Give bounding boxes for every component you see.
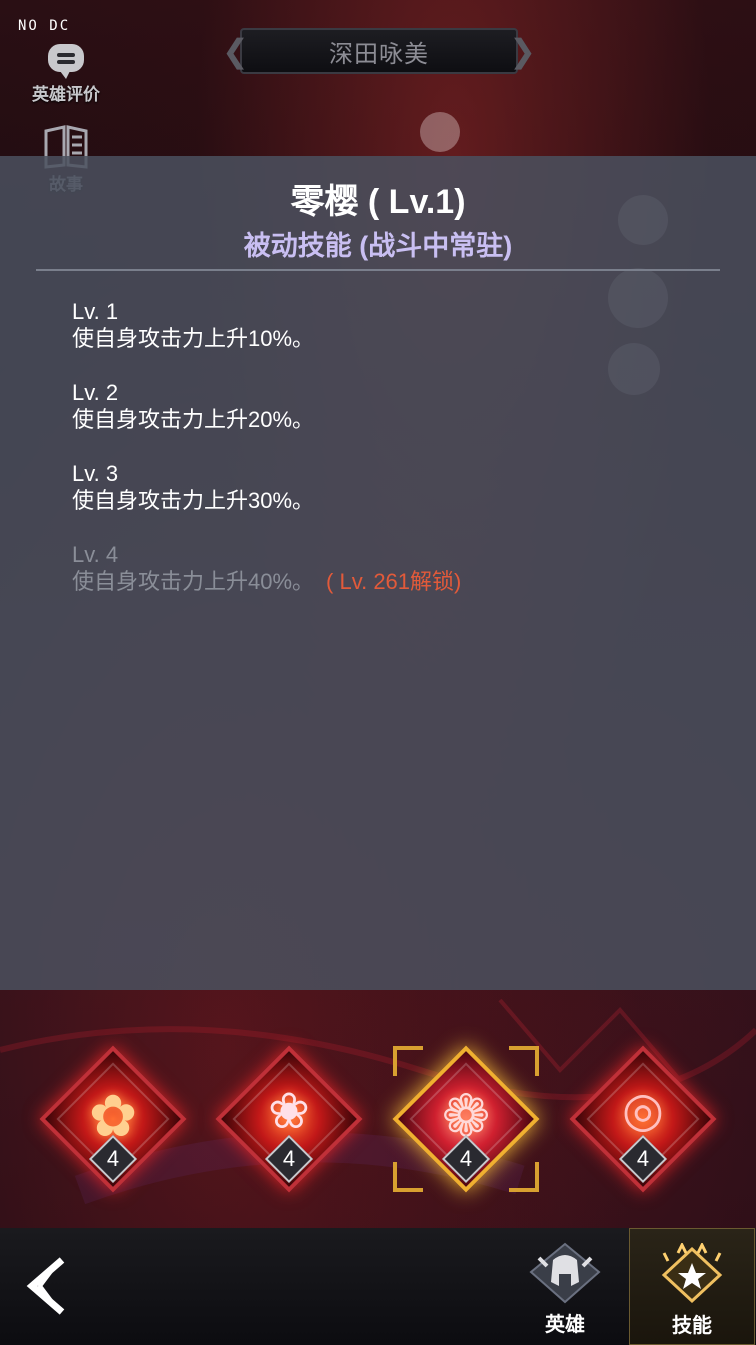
- skill-type: 被动技能 (战斗中常驻): [243, 231, 513, 261]
- level-label: Lv. 1: [72, 299, 119, 324]
- skill-level-badge: 4: [106, 1146, 120, 1171]
- tab-hero[interactable]: 英雄: [502, 1228, 628, 1345]
- skill-level-item: Lv. 2 使自身攻击力上升20%。: [72, 379, 712, 433]
- hero-review-label: 英雄评价: [32, 85, 100, 104]
- tab-skill-label: 技能: [672, 1315, 712, 1337]
- skill-slot-3-selected[interactable]: ❁ 4: [391, 1044, 541, 1194]
- skill-title: 零樱 ( Lv.1): [290, 183, 466, 221]
- skill-slot-1[interactable]: ✿ 4: [38, 1044, 188, 1194]
- sakura-eye-icon: ◎: [622, 1084, 664, 1137]
- skill-level-item: Lv. 3 使自身攻击力上升30%。: [72, 460, 712, 514]
- bottom-nav: 英雄 技能: [0, 1228, 756, 1345]
- hero-name: 深田咏美: [329, 40, 429, 68]
- hero-review-button[interactable]: 英雄评价: [26, 34, 106, 105]
- skill-slot-4[interactable]: ◎ 4: [568, 1044, 718, 1194]
- prev-hero-arrow-icon[interactable]: ❮: [222, 32, 249, 70]
- divider: [36, 269, 720, 271]
- petal-swirl-icon: ❀: [268, 1083, 310, 1139]
- skill-detail-panel: 零樱 ( Lv.1) 被动技能 (战斗中常驻) Lv. 1 使自身攻击力上升10…: [0, 156, 756, 990]
- speech-bubble-icon: [36, 34, 96, 86]
- skill-level-badge: 4: [459, 1146, 473, 1171]
- skill-level-item-locked: Lv. 4 使自身攻击力上升40%。 ( Lv. 261解锁): [72, 541, 712, 595]
- next-hero-arrow-icon[interactable]: ❯: [509, 32, 536, 70]
- level-description: 使自身攻击力上升20%。: [72, 407, 315, 432]
- level-description: 使自身攻击力上升30%。: [72, 488, 315, 513]
- skill-level-badge: 4: [636, 1146, 650, 1171]
- skill-slot-2[interactable]: ❀ 4: [214, 1044, 364, 1194]
- level-description: 使自身攻击力上升40%。: [72, 569, 315, 594]
- skill-emblem-icon: [656, 1243, 728, 1305]
- back-arrow-icon[interactable]: [22, 1256, 82, 1316]
- level-label: Lv. 2: [72, 380, 119, 405]
- level-description: 使自身攻击力上升10%。: [72, 326, 315, 351]
- skill-selector: ✿ 4 ❀ 4 ❁ 4 ◎ 4: [0, 1036, 756, 1216]
- unlock-requirement: ( Lv. 261解锁): [326, 569, 462, 594]
- tab-skill[interactable]: 技能: [629, 1228, 755, 1345]
- skill-level-item: Lv. 1 使自身攻击力上升10%。: [72, 298, 712, 352]
- lantern-orb: [420, 112, 460, 152]
- level-label: Lv. 3: [72, 461, 119, 486]
- tab-hero-label: 英雄: [545, 1314, 585, 1336]
- debug-overlay-text: NO DC: [18, 18, 71, 34]
- level-label: Lv. 4: [72, 542, 119, 567]
- skill-level-badge: 4: [282, 1146, 296, 1171]
- hero-name-plate: ❮ 深田咏美 ❯: [222, 28, 536, 74]
- skill-level-list: Lv. 1 使自身攻击力上升10%。 Lv. 2 使自身攻击力上升20%。 Lv…: [72, 298, 712, 622]
- helmet-icon: [529, 1242, 601, 1304]
